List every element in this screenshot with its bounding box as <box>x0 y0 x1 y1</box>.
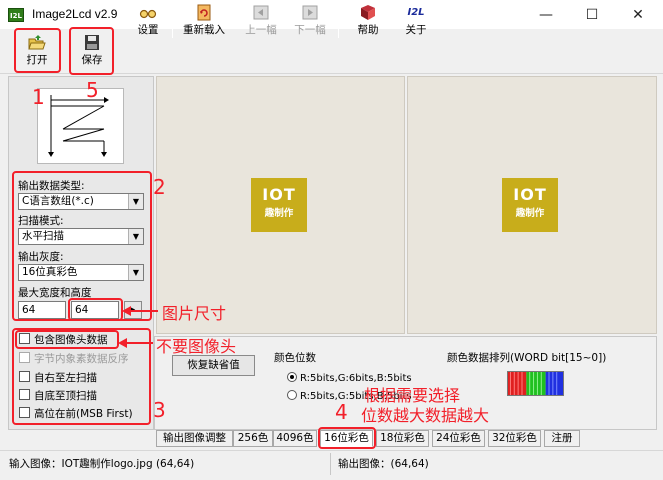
annotation-image-size: 图片尺寸 <box>162 304 227 323</box>
annotation-arrows <box>118 306 158 348</box>
annotation-number-2: 2 <box>153 175 166 199</box>
arrow-head <box>118 338 127 348</box>
annotation-number-4: 4 <box>335 400 348 424</box>
annotation-no-header: 不要图像头 <box>156 337 237 356</box>
arrow-head <box>122 306 131 316</box>
annotation-bits-larger: 位数越大数据越大 <box>361 406 490 425</box>
annotation-number-5: 5 <box>86 78 99 102</box>
annotation-number-1: 1 <box>32 85 45 109</box>
annotation-number-3: 3 <box>153 398 166 422</box>
